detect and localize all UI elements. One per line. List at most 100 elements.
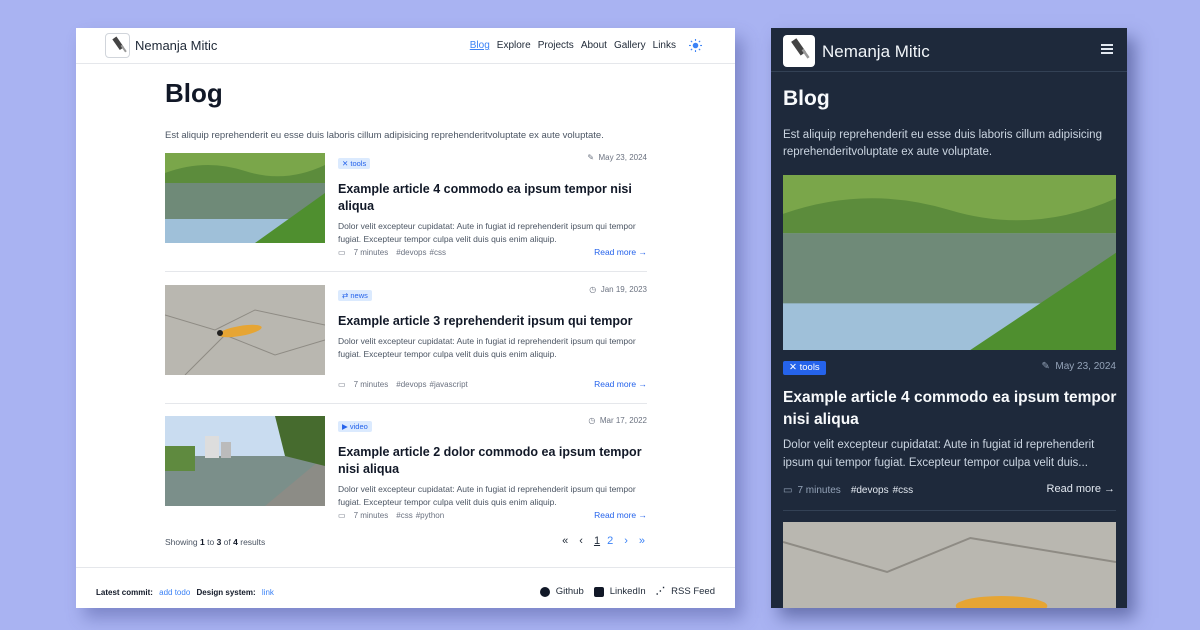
read-time: 7 minutes xyxy=(353,248,389,257)
tag-badge[interactable]: ✕ tools xyxy=(783,361,826,375)
github-link[interactable]: Github xyxy=(556,586,584,597)
post-excerpt: Dolor velit excepteur cupidatat: Aute in… xyxy=(338,484,636,507)
design-label: Design system: xyxy=(196,588,256,597)
page-intro: Est aliquip reprehenderit eu esse duis l… xyxy=(783,129,1102,158)
post-tag[interactable]: #devops xyxy=(851,485,889,496)
post-tag[interactable]: #python xyxy=(416,511,444,520)
post-tag[interactable]: #css xyxy=(893,485,914,496)
post-meta: ▭ 7 minutes #css #python xyxy=(338,511,444,520)
post-body: ⇄ news ◷ Jan 19, 2023 Example article 3 … xyxy=(338,285,647,389)
nav-explore[interactable]: Explore xyxy=(497,40,531,51)
nav-blog[interactable]: Blog xyxy=(470,40,490,51)
main-menu: Blog Explore Projects About Gallery Link… xyxy=(470,40,676,51)
post-thumbnail-river[interactable] xyxy=(783,175,1116,350)
post-tag[interactable]: #devops xyxy=(396,248,426,257)
post-date: ✎ May 23, 2024 xyxy=(1041,361,1116,372)
mobile-dark-window: Nemanja Mitic Blog Est aliquip reprehend… xyxy=(771,28,1127,608)
tag-badge[interactable]: ▶ video xyxy=(338,421,372,432)
brand-name[interactable]: Nemanja Mitic xyxy=(822,42,930,62)
post-date-text: May 23, 2024 xyxy=(598,153,647,162)
first-page-button[interactable]: « xyxy=(562,535,568,547)
page-header: Blog Est aliquip reprehenderit eu esse d… xyxy=(165,78,647,142)
github-icon xyxy=(539,586,550,597)
read-more-link[interactable]: Read more → xyxy=(594,510,647,520)
page-1-button[interactable]: 1 xyxy=(594,535,600,547)
book-icon: ▭ xyxy=(338,248,346,257)
post-thumbnail-rock[interactable] xyxy=(165,285,325,375)
post-meta: ▭ 7 minutes #devops #css xyxy=(338,248,446,257)
pagination: « ‹ 1 2 › » xyxy=(562,535,645,547)
read-more-link[interactable]: Read more → xyxy=(594,247,647,257)
page-2-button[interactable]: 2 xyxy=(607,535,613,547)
post-title[interactable]: Example article 2 dolor commodo ea ipsum… xyxy=(338,444,647,478)
post-meta: ▭ 7 minutes #devops #css xyxy=(783,485,913,496)
post-title[interactable]: Example article 4 commodo ea ipsum tempo… xyxy=(338,181,647,215)
post-thumbnail-city[interactable] xyxy=(165,416,325,506)
rss-link[interactable]: RSS Feed xyxy=(671,586,715,597)
post-tag[interactable]: #devops xyxy=(396,380,426,389)
page-title: Blog xyxy=(783,87,830,110)
tag-label: tools xyxy=(799,362,820,373)
brand-name[interactable]: Nemanja Mitic xyxy=(135,38,217,53)
nav-gallery[interactable]: Gallery xyxy=(614,40,646,51)
commit-link[interactable]: add todo xyxy=(159,588,190,597)
prev-page-button[interactable]: ‹ xyxy=(579,535,583,547)
last-page-button[interactable]: » xyxy=(639,535,645,547)
tag-badge[interactable]: ⇄ news xyxy=(338,290,372,301)
summary-to: 3 xyxy=(216,537,222,547)
linkedin-icon xyxy=(593,586,604,597)
page-title: Blog xyxy=(165,78,223,108)
summary-text: to xyxy=(207,537,215,547)
hamburger-icon[interactable] xyxy=(1101,44,1113,54)
post-tag[interactable]: #css xyxy=(396,511,412,520)
page-intro: Est aliquip reprehenderit eu esse duis l… xyxy=(165,130,604,141)
post-thumbnail-river[interactable] xyxy=(165,153,325,243)
next-page-button[interactable]: › xyxy=(624,535,628,547)
site-logo[interactable] xyxy=(105,33,130,58)
book-icon: ▭ xyxy=(338,511,346,520)
tag-label: news xyxy=(350,291,368,300)
mobile-navbar: Nemanja Mitic xyxy=(771,28,1127,72)
post-title[interactable]: Example article 3 reprehenderit ipsum qu… xyxy=(338,313,647,330)
tag-badge[interactable]: ✕ tools xyxy=(338,158,371,169)
desktop-light-window: Nemanja Mitic Blog Explore Projects Abou… xyxy=(76,28,735,608)
read-more-link[interactable]: Read more → xyxy=(594,379,647,389)
nav-about[interactable]: About xyxy=(581,40,607,51)
rss-icon: ⋰ xyxy=(655,586,666,597)
divider xyxy=(165,271,647,272)
nav-links[interactable]: Links xyxy=(653,40,676,51)
social-links: Github LinkedIn ⋰ RSS Feed xyxy=(539,586,715,597)
pencil-icon: ✎ xyxy=(587,153,595,162)
post-body: ✕ tools ✎ May 23, 2024 Example article 4… xyxy=(338,153,647,257)
post-date-text: Mar 17, 2022 xyxy=(599,416,647,425)
summary-text: of xyxy=(223,537,231,547)
post-title[interactable]: Example article 4 commodo ea ipsum tempo… xyxy=(783,387,1119,431)
post-card: ⇄ news ◷ Jan 19, 2023 Example article 3 … xyxy=(165,285,647,403)
clock-icon: ◷ xyxy=(588,416,596,425)
post-date-text: May 23, 2024 xyxy=(1055,361,1116,372)
sun-icon[interactable] xyxy=(689,39,702,52)
post-date: ◷ Mar 17, 2022 xyxy=(588,416,647,425)
book-icon: ▭ xyxy=(338,380,346,389)
post-excerpt: Dolor velit excepteur cupidatat: Aute in… xyxy=(783,439,1095,469)
divider xyxy=(783,510,1116,511)
post-meta: ▭ 7 minutes #devops #javascript xyxy=(338,380,468,389)
post-body: ▶ video ◷ Mar 17, 2022 Example article 2… xyxy=(338,416,647,520)
pencil-icon: ✎ xyxy=(1041,361,1050,372)
linkedin-link[interactable]: LinkedIn xyxy=(610,586,646,597)
post-excerpt: Dolor velit excepteur cupidatat: Aute in… xyxy=(338,336,636,359)
book-icon: ▭ xyxy=(783,485,793,496)
read-more-link[interactable]: Read more → xyxy=(1047,483,1115,495)
post-excerpt: Dolor velit excepteur cupidatat: Aute in… xyxy=(338,221,636,244)
site-logo[interactable] xyxy=(783,35,815,67)
design-link[interactable]: link xyxy=(262,588,274,597)
summary-total: 4 xyxy=(233,537,238,547)
post-tag[interactable]: #javascript xyxy=(430,380,468,389)
top-navbar: Nemanja Mitic Blog Explore Projects Abou… xyxy=(76,28,735,64)
nav-projects[interactable]: Projects xyxy=(538,40,574,51)
footer: Latest commit: add todo Design system: l… xyxy=(76,567,735,608)
post-thumbnail-rock[interactable] xyxy=(783,522,1116,608)
post-card: ▶ video ◷ Mar 17, 2022 Example article 2… xyxy=(165,416,647,534)
post-tag[interactable]: #css xyxy=(430,248,446,257)
tag-label: tools xyxy=(350,159,367,168)
